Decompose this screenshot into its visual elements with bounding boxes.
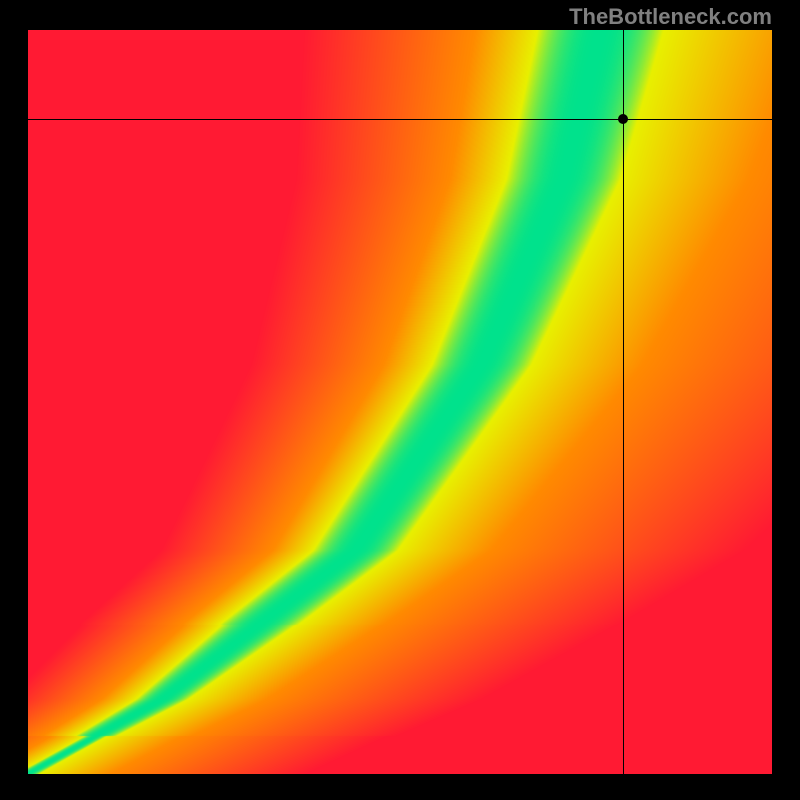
crosshair-horizontal bbox=[28, 119, 772, 120]
watermark-text: TheBottleneck.com bbox=[569, 4, 772, 30]
heatmap-chart bbox=[28, 30, 772, 774]
heatmap-canvas bbox=[28, 30, 772, 774]
crosshair-vertical bbox=[623, 30, 624, 774]
crosshair-point bbox=[618, 114, 628, 124]
